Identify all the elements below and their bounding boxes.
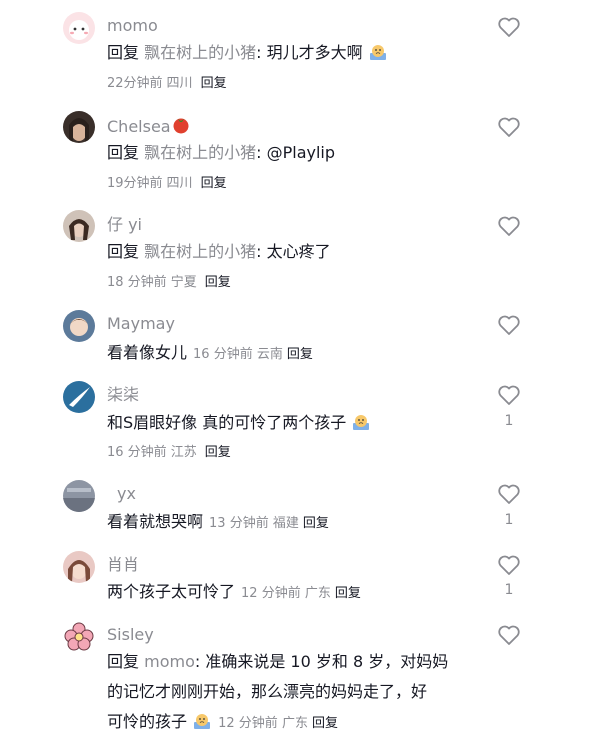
reply-button[interactable]: 回复 [303, 516, 329, 531]
comment-body[interactable]: @Playlip [267, 143, 335, 162]
comment-meta: 22分钟前 四川 回复 [107, 75, 231, 93]
reply-prefix: 回复 [107, 43, 140, 62]
like-count: 1 [504, 512, 514, 528]
comment-time: 13 分钟前 [209, 516, 269, 531]
username[interactable]: 柒柒 [107, 385, 139, 405]
reply-button[interactable]: 回复 [201, 76, 227, 91]
reply-target[interactable]: 飘在树上的小猪 [144, 143, 256, 162]
comment-meta: 12 分钟前 广东 回复 [218, 716, 338, 731]
comment-body: 太心疼了 [266, 242, 331, 261]
username[interactable]: 肖肖 [107, 555, 139, 575]
username[interactable]: momo [107, 16, 158, 36]
comment-body: 玥儿才多大啊 [266, 43, 363, 62]
comment-time: 19分钟前 [107, 176, 163, 191]
comment-location: 广东 [281, 716, 308, 731]
avatar[interactable] [63, 210, 95, 242]
username[interactable]: Maymay [107, 314, 175, 334]
comment-location: 云南 [256, 347, 283, 362]
comment-text: 回复 飘在树上的小猪: 玥儿才多大啊 [107, 38, 477, 68]
comment-text: 和S眉眼好像 真的可怜了两个孩子 [107, 408, 477, 438]
avatar[interactable] [63, 111, 95, 143]
like-heart-icon[interactable] [497, 215, 521, 237]
comment-meta: 12 分钟前 广东 回复 [241, 586, 361, 601]
crying-emoji-icon [192, 712, 212, 730]
avatar[interactable] [63, 381, 95, 413]
reply-button[interactable]: 回复 [287, 347, 313, 362]
comment-line: 回复 momo: 准确来说是 10 岁和 8 岁，对妈妈 [107, 652, 449, 671]
like-heart-icon[interactable] [497, 314, 521, 336]
reply-prefix: 回复 [107, 143, 140, 162]
comment-meta: 16 分钟前 云南 回复 [193, 347, 313, 362]
comment-time: 12 分钟前 [218, 716, 278, 731]
avatar[interactable] [63, 621, 95, 653]
username[interactable]: Sisley [107, 625, 154, 645]
like-heart-icon[interactable] [497, 483, 521, 505]
comment-text: 回复 momo: 准确来说是 10 岁和 8 岁，对妈妈 的记忆才刚刚开始，那么… [107, 647, 487, 739]
tomato-icon [171, 116, 191, 134]
like-count: 1 [504, 582, 514, 598]
comment-text: 看着就想哭啊 13 分钟前 福建 回复 [107, 507, 477, 539]
comment-location: 四川 [166, 176, 193, 191]
comment-meta: 19分钟前 四川 回复 [107, 175, 231, 193]
comment-time: 12 分钟前 [241, 586, 301, 601]
comment-body: 准确来说是 10 岁和 8 岁，对妈妈 [205, 652, 449, 671]
reply-button[interactable]: 回复 [205, 445, 231, 460]
reply-button[interactable]: 回复 [312, 716, 338, 731]
avatar[interactable] [63, 551, 95, 583]
comment-location: 福建 [272, 516, 299, 531]
username[interactable]: 仔 yi [107, 215, 142, 235]
comment-time: 22分钟前 [107, 76, 163, 91]
like-heart-icon[interactable] [497, 554, 521, 576]
reply-target[interactable]: 飘在树上的小猪 [144, 43, 256, 62]
comment-meta: 18 分钟前 宁夏 回复 [107, 274, 235, 292]
comment-line: 的记忆才刚刚开始，那么漂亮的妈妈走了，好 [107, 682, 428, 701]
reply-button[interactable]: 回复 [335, 586, 361, 601]
comment-meta: 16 分钟前 江苏 回复 [107, 444, 235, 462]
reply-prefix: 回复 [107, 242, 140, 261]
comment-location: 江苏 [170, 445, 197, 460]
avatar[interactable] [63, 12, 95, 44]
like-count: 1 [504, 413, 514, 429]
comment-location: 四川 [166, 76, 193, 91]
crying-emoji-icon [368, 43, 388, 61]
comment-body: 可怜的孩子 [107, 712, 188, 731]
reply-prefix: 回复 [107, 652, 140, 671]
comment-body: 看着像女儿 [107, 343, 188, 362]
comment-body: 看着就想哭啊 [107, 512, 204, 531]
username[interactable]: yx [117, 484, 136, 504]
comment-location: 广东 [304, 586, 331, 601]
comment-time: 16 分钟前 [107, 445, 167, 460]
comment-body: 两个孩子太可怜了 [107, 582, 236, 601]
like-heart-icon[interactable] [497, 116, 521, 138]
username-text[interactable]: Chelsea [107, 117, 171, 136]
reply-target[interactable]: 飘在树上的小猪 [144, 242, 256, 261]
reply-button[interactable]: 回复 [201, 176, 227, 191]
comment-text: 两个孩子太可怜了 12 分钟前 广东 回复 [107, 577, 477, 609]
like-heart-icon[interactable] [497, 384, 521, 406]
comment-meta: 13 分钟前 福建 回复 [209, 516, 329, 531]
like-heart-icon[interactable] [497, 16, 521, 38]
comment-text: 回复 飘在树上的小猪: 太心疼了 [107, 242, 331, 261]
reply-target[interactable]: momo [144, 652, 195, 671]
like-heart-icon[interactable] [497, 624, 521, 646]
comment-line: 可怜的孩子 12 分钟前 广东 回复 [107, 707, 487, 739]
comment-text: 回复 飘在树上的小猪: @Playlip [107, 143, 336, 162]
crying-emoji-icon [351, 413, 371, 431]
reply-button[interactable]: 回复 [205, 275, 231, 290]
comment-text: 看着像女儿 16 分钟前 云南 回复 [107, 338, 477, 370]
comment-time: 16 分钟前 [193, 347, 253, 362]
comment-time: 18 分钟前 [107, 275, 167, 290]
avatar[interactable] [63, 310, 95, 342]
avatar[interactable] [63, 480, 95, 512]
comment-body: 和S眉眼好像 真的可怜了两个孩子 [107, 413, 347, 432]
username[interactable]: Chelsea [107, 116, 191, 137]
comment-location: 宁夏 [170, 275, 197, 290]
